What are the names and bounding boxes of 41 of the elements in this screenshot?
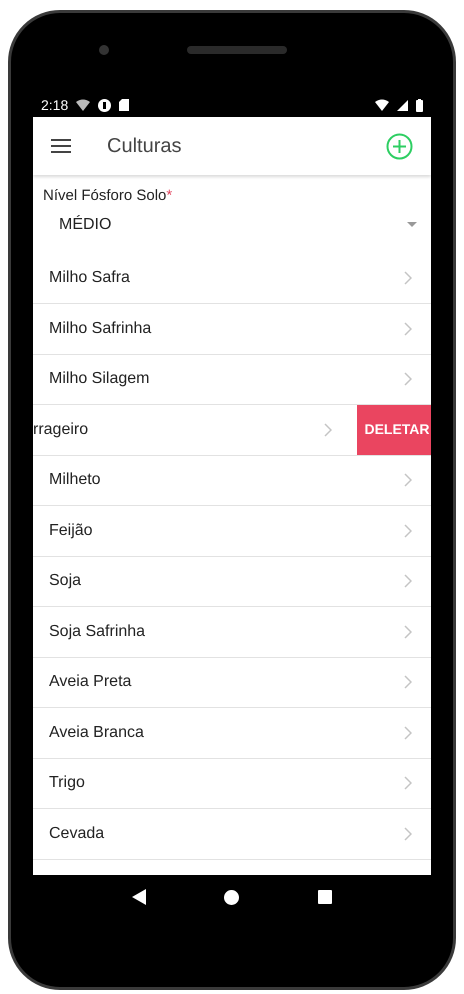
- list-item[interactable]: Milho Safrinha: [33, 304, 431, 354]
- delete-button[interactable]: DELETAR: [357, 405, 431, 454]
- signal-icon: [397, 100, 408, 110]
- list-item[interactable]: rrageiro: [33, 405, 357, 454]
- list-item[interactable]: Trigo: [33, 758, 431, 808]
- list-item[interactable]: Milheto: [33, 456, 431, 505]
- list-item[interactable]: Milho Silagem: [33, 354, 431, 404]
- list-item[interactable]: Aveia Branca: [33, 708, 431, 758]
- dropdown-field[interactable]: MÉDIO: [43, 208, 421, 242]
- chevron-right-icon: [404, 776, 412, 790]
- circle-icon: [98, 98, 112, 112]
- menu-icon[interactable]: [51, 139, 71, 153]
- wifi-icon: [76, 99, 90, 111]
- chevron-right-icon: [404, 271, 412, 286]
- chevron-right-icon: [404, 675, 412, 690]
- list-item[interactable]: Aveia Preta: [33, 658, 431, 707]
- chevron-right-icon: [404, 624, 412, 639]
- chevron-right-icon: [404, 524, 412, 538]
- chevron-right-icon: [404, 322, 412, 336]
- list-item[interactable]: Soja: [33, 556, 431, 606]
- status-time: 2:18: [41, 96, 68, 114]
- list-item[interactable]: Feijão: [33, 506, 431, 556]
- battery-icon: [416, 98, 423, 112]
- back-icon[interactable]: [132, 889, 146, 905]
- chevron-right-icon: [404, 574, 412, 588]
- wifi-icon: [375, 99, 389, 111]
- field-label: Nível Fósforo Solo*: [43, 186, 174, 206]
- list-item[interactable]: Soja Safrinha: [33, 607, 431, 656]
- dropdown-arrow-icon: [407, 222, 417, 227]
- chevron-right-icon: [404, 372, 412, 386]
- chevron-right-icon: [404, 726, 412, 740]
- sd-card-icon: [119, 99, 130, 111]
- list-item[interactable]: Milho Safra: [33, 254, 431, 303]
- chevron-right-icon: [324, 422, 332, 437]
- recents-icon[interactable]: [318, 890, 332, 904]
- chevron-right-icon: [404, 826, 412, 841]
- camera-icon: [99, 45, 109, 55]
- home-icon[interactable]: [224, 890, 240, 904]
- list-item[interactable]: Cevada: [33, 809, 431, 858]
- chevron-right-icon: [404, 473, 412, 488]
- screen-title: Culturas: [107, 134, 182, 159]
